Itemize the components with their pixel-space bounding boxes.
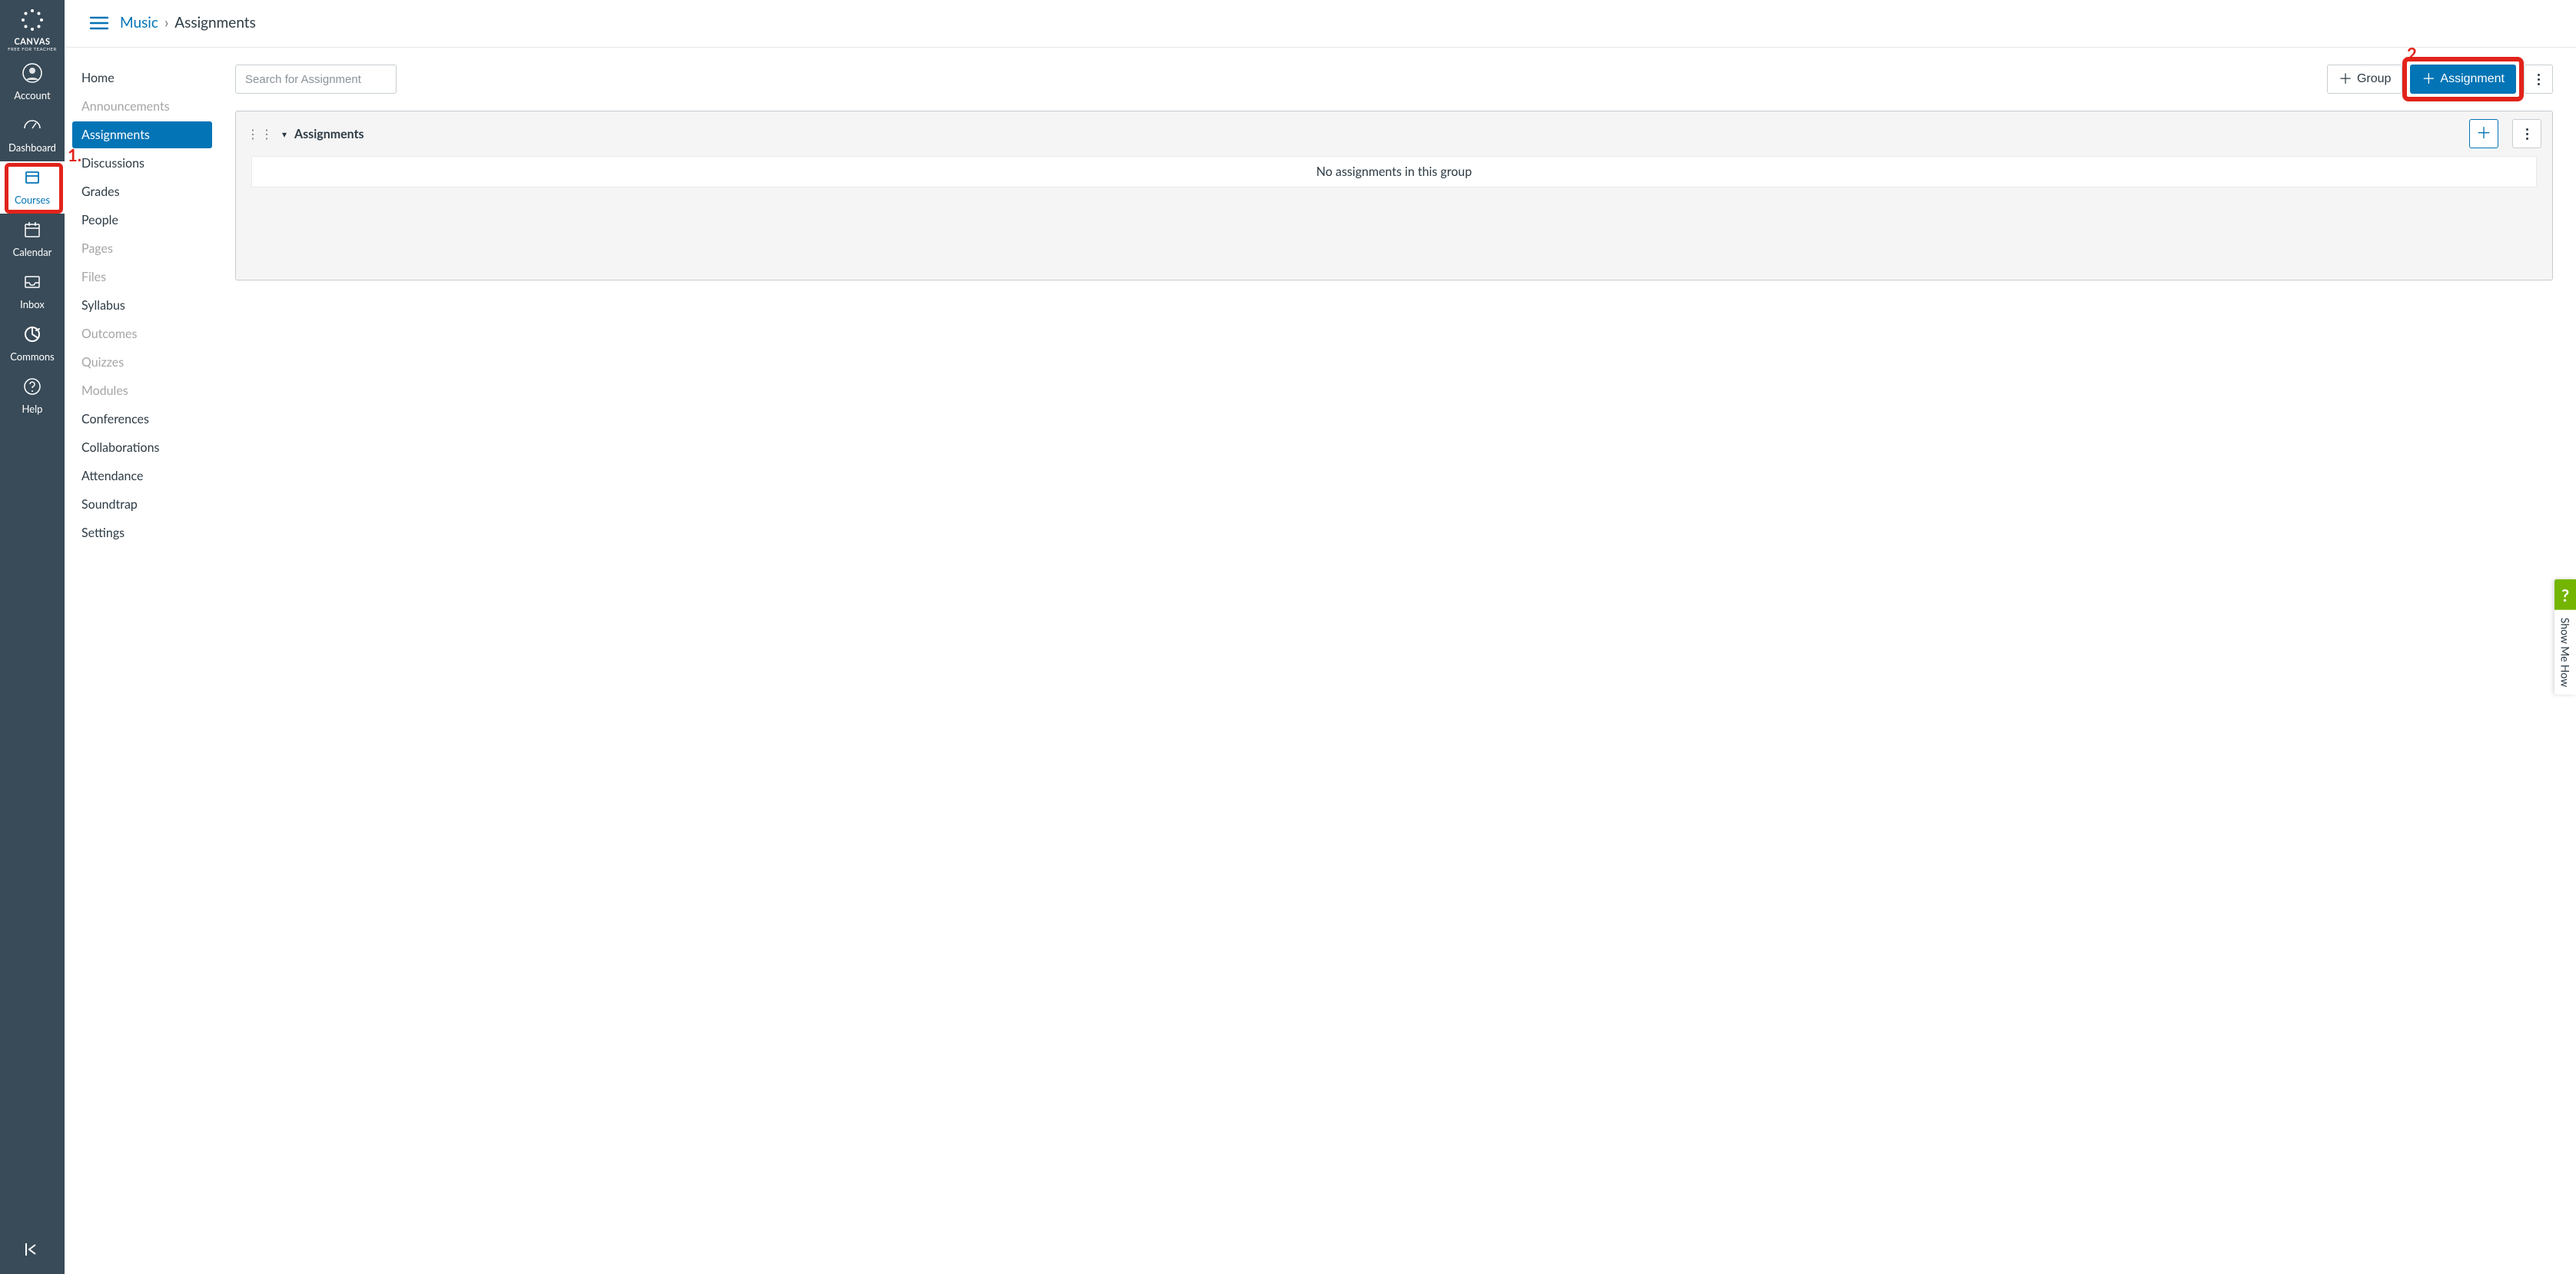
nav-inbox-label: Inbox — [0, 298, 65, 310]
assignments-options-button[interactable] — [2524, 65, 2553, 94]
course-nav-item-settings[interactable]: Settings — [72, 519, 212, 546]
help-tab-label: Show Me How — [2556, 610, 2575, 695]
assignment-group-options-button[interactable] — [2512, 119, 2541, 148]
show-me-how-tab[interactable]: ? Show Me How — [2554, 579, 2576, 695]
course-nav-item-announcements[interactable]: Announcements — [72, 93, 212, 120]
nav-help-label: Help — [0, 403, 65, 415]
assignment-group-header: ⋮⋮ ▾ Assignments ＋ — [236, 111, 2552, 156]
canvas-logo[interactable]: CANVAS FREE FOR TEACHER — [8, 0, 57, 57]
global-nav: CANVAS FREE FOR TEACHER Account Dashboar… — [0, 0, 65, 1274]
dashboard-icon — [22, 115, 42, 135]
topbar: Music › Assignments — [65, 0, 2576, 48]
course-nav-item-label: Outcomes — [81, 327, 137, 341]
nav-commons-label: Commons — [0, 350, 65, 363]
course-nav-item-assignments[interactable]: Assignments — [72, 121, 212, 148]
course-nav-item-home[interactable]: Home — [72, 65, 212, 91]
nav-courses-label: Courses — [0, 194, 65, 206]
course-nav-item-label: People — [81, 213, 118, 227]
add-assignment-in-group-button[interactable]: ＋ — [2469, 119, 2498, 148]
breadcrumb-current: Assignments — [174, 14, 256, 32]
assignments-toolbar: 2. ＋ Group ＋ Assignment — [235, 65, 2553, 94]
course-nav-item-syllabus[interactable]: Syllabus — [72, 292, 212, 319]
course-nav-item-label: Assignments — [81, 128, 150, 142]
add-assignment-label: Assignment — [2440, 72, 2505, 86]
plus-icon: ＋ — [2422, 72, 2435, 86]
breadcrumb-course-link[interactable]: Music — [120, 14, 158, 32]
nav-dashboard[interactable]: Dashboard — [0, 109, 65, 161]
add-assignment-button[interactable]: ＋ Assignment — [2410, 65, 2516, 94]
course-nav-item-label: Collaborations — [81, 440, 159, 455]
course-nav-item-attendance[interactable]: Attendance — [72, 463, 212, 489]
nav-account-label: Account — [0, 89, 65, 101]
course-nav-item-pages[interactable]: Pages — [72, 235, 212, 262]
course-nav-item-modules[interactable]: Modules — [72, 377, 212, 404]
collapse-toggle[interactable]: ▾ — [282, 128, 287, 140]
nav-calendar-label: Calendar — [0, 246, 65, 258]
course-nav-item-label: Settings — [81, 526, 124, 540]
drag-handle-icon[interactable]: ⋮⋮ — [247, 127, 274, 141]
course-nav-item-discussions[interactable]: Discussions — [72, 150, 212, 177]
nav-dashboard-label: Dashboard — [0, 141, 65, 154]
collapse-icon — [23, 1246, 41, 1260]
course-nav-item-label: Announcements — [81, 99, 170, 114]
course-nav-item-label: Files — [81, 270, 106, 284]
course-nav-item-label: Quizzes — [81, 355, 124, 370]
calendar-icon — [22, 220, 42, 240]
assignment-group-panel: ⋮⋮ ▾ Assignments ＋ No assignments in thi… — [235, 111, 2553, 280]
nav-commons[interactable]: Commons — [0, 318, 65, 370]
user-circle-icon — [22, 63, 42, 83]
course-nav-item-label: Grades — [81, 184, 120, 199]
course-nav-toggle[interactable] — [89, 15, 109, 31]
course-nav-item-label: Soundtrap — [81, 497, 138, 512]
nav-inbox[interactable]: Inbox — [0, 266, 65, 318]
nav-help[interactable]: Help — [0, 370, 65, 423]
course-nav-item-files[interactable]: Files — [72, 264, 212, 290]
course-nav-item-grades[interactable]: Grades — [72, 178, 212, 205]
course-nav-item-collaborations[interactable]: Collaborations — [72, 434, 212, 461]
course-nav-item-label: Modules — [81, 383, 128, 398]
course-nav-item-quizzes[interactable]: Quizzes — [72, 349, 212, 376]
add-group-label: Group — [2357, 72, 2391, 86]
plus-icon: ＋ — [2476, 126, 2491, 141]
canvas-logo-subtitle: FREE FOR TEACHER — [8, 47, 57, 52]
nav-courses[interactable]: Courses — [0, 161, 65, 214]
hamburger-icon — [89, 15, 109, 31]
course-nav-item-soundtrap[interactable]: Soundtrap — [72, 491, 212, 518]
course-nav-item-label: Attendance — [81, 469, 143, 483]
help-icon — [22, 377, 42, 396]
nav-collapse-toggle[interactable] — [0, 1228, 65, 1274]
breadcrumb: Music › Assignments — [120, 14, 256, 32]
main-region: Music › Assignments Home Announcements Ass… — [65, 0, 2576, 1274]
plus-icon: ＋ — [2339, 72, 2352, 86]
search-assignment-input[interactable] — [235, 65, 397, 94]
content-area: 1. 2. ＋ Group ＋ Assignment — [212, 48, 2576, 1274]
course-nav: Home Announcements Assignments Discussions G… — [65, 48, 212, 1274]
course-nav-item-people[interactable]: People — [72, 207, 212, 234]
nav-account[interactable]: Account — [0, 57, 65, 109]
assignment-group-title: Assignments — [294, 127, 364, 141]
nav-calendar[interactable]: Calendar — [0, 214, 65, 266]
canvas-logo-text: CANVAS — [8, 37, 57, 47]
course-nav-item-label: Pages — [81, 241, 113, 256]
course-nav-item-label: Discussions — [81, 156, 144, 171]
courses-icon — [22, 168, 42, 187]
assignment-group-empty-message: No assignments in this group — [251, 156, 2537, 187]
kebab-icon — [2526, 128, 2528, 140]
kebab-icon — [2538, 74, 2540, 85]
course-nav-item-label: Home — [81, 71, 115, 85]
canvas-logo-icon — [20, 8, 45, 35]
inbox-icon — [22, 272, 42, 292]
commons-icon — [22, 324, 42, 344]
course-nav-item-label: Conferences — [81, 412, 149, 426]
course-nav-item-label: Syllabus — [81, 298, 125, 313]
add-group-button[interactable]: ＋ Group — [2327, 65, 2402, 94]
course-nav-item-outcomes[interactable]: Outcomes — [72, 320, 212, 347]
help-tab-icon: ? — [2554, 579, 2576, 610]
course-nav-item-conferences[interactable]: Conferences — [72, 406, 212, 433]
breadcrumb-separator: › — [164, 14, 168, 32]
